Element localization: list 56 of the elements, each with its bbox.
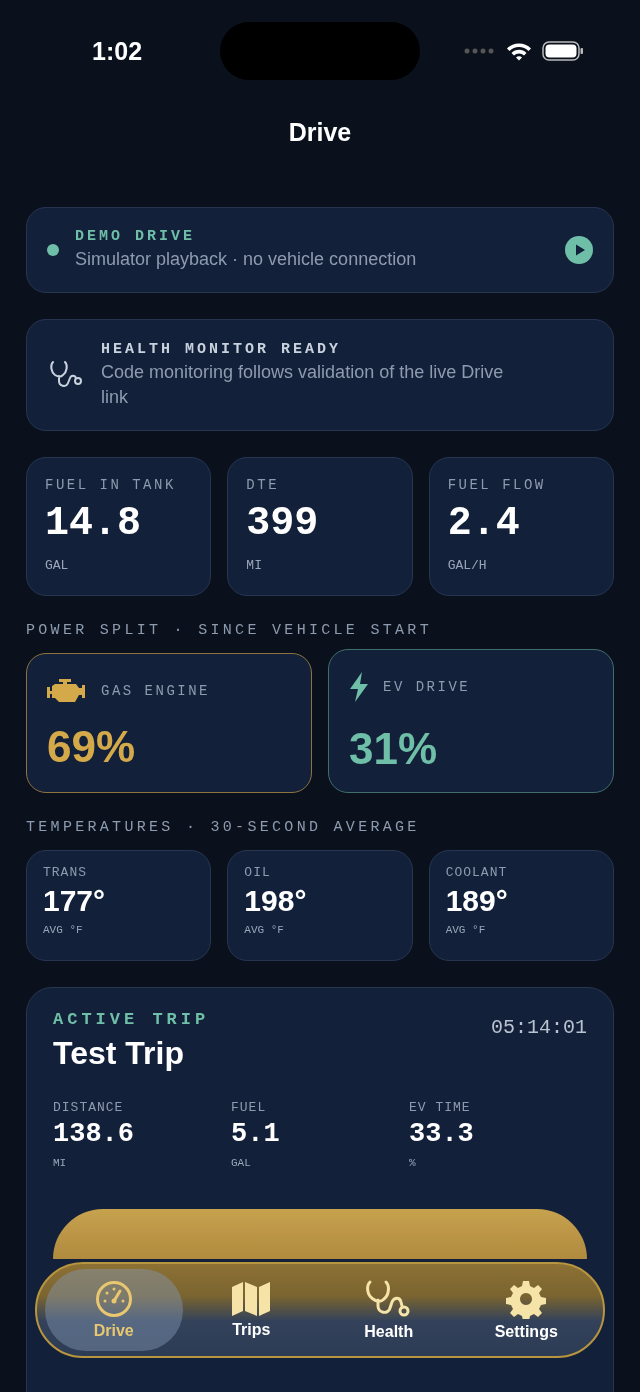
battery-icon bbox=[542, 41, 584, 61]
metric-value: 399 bbox=[246, 501, 320, 546]
page-title: Drive bbox=[287, 118, 353, 147]
temperature-label: OIL bbox=[244, 865, 272, 880]
engine-icon bbox=[47, 678, 87, 704]
stat-unit: MI bbox=[53, 1157, 68, 1169]
health-description: Code monitoring follows validation of the live Drive link bbox=[101, 360, 505, 409]
section-heading: POWER SPLIT · SINCE VEHICLE START bbox=[26, 622, 433, 639]
trip-label: ACTIVE TRIP bbox=[53, 1010, 210, 1029]
play-icon[interactable] bbox=[565, 236, 593, 264]
temperature-label: COOLANT bbox=[445, 865, 509, 880]
stat-value: 33.3 bbox=[409, 1119, 475, 1149]
tab-button[interactable]: Drive bbox=[45, 1269, 183, 1351]
power-label: EV DRIVE bbox=[383, 679, 471, 695]
power-percentage: 69% bbox=[47, 722, 137, 772]
signal-icon bbox=[464, 48, 496, 54]
metric-label: FUEL IN TANK bbox=[45, 477, 177, 493]
section-heading: TEMPERATURES · 30-SECOND AVERAGE bbox=[26, 819, 421, 836]
power-percentage: 31% bbox=[349, 724, 439, 774]
temperature-label: TRANS bbox=[43, 865, 88, 880]
metric-value: 2.4 bbox=[447, 501, 521, 546]
wifi-icon bbox=[506, 41, 532, 61]
metric-label: FUEL FLOW bbox=[447, 477, 547, 493]
temperature-unit: AVG °F bbox=[43, 924, 84, 936]
tab-button[interactable]: Settings bbox=[457, 1269, 595, 1351]
metric-unit: GAL bbox=[45, 558, 70, 573]
stat-value: 138.6 bbox=[53, 1119, 135, 1149]
power-label: GAS ENGINE bbox=[101, 683, 210, 699]
stat-unit: % bbox=[409, 1157, 417, 1169]
status-dot-icon bbox=[47, 244, 59, 256]
map-icon bbox=[231, 1281, 272, 1317]
tab-button[interactable]: Trips bbox=[182, 1269, 320, 1351]
stat-label: EV TIME bbox=[409, 1100, 472, 1115]
metric-value: 14.8 bbox=[45, 501, 142, 546]
demo-label: DEMO DRIVE bbox=[75, 228, 196, 245]
stat-label: FUEL bbox=[231, 1100, 268, 1115]
trip-timer: 05:14:01 bbox=[491, 1016, 587, 1039]
stat-label: DISTANCE bbox=[53, 1100, 125, 1115]
temperature-value: 198° bbox=[244, 884, 308, 918]
temperature-unit: AVG °F bbox=[445, 924, 487, 936]
stat-value: 5.1 bbox=[231, 1119, 281, 1149]
speedometer-icon bbox=[94, 1280, 133, 1318]
metric-unit: GAL/H bbox=[447, 558, 488, 573]
metric-unit: MI bbox=[246, 558, 263, 573]
demo-description: Simulator playback · no vehicle connection bbox=[75, 248, 418, 271]
stat-unit: GAL bbox=[231, 1157, 252, 1169]
trip-name: Test Trip bbox=[53, 1035, 185, 1072]
temperature-value: 177° bbox=[43, 884, 107, 918]
settings-icon bbox=[506, 1279, 547, 1319]
health-label: HEALTH MONITOR READY bbox=[101, 340, 343, 358]
temperature-unit: AVG °F bbox=[244, 924, 285, 936]
temperature-value: 189° bbox=[445, 884, 509, 918]
metric-label: DTE bbox=[246, 477, 281, 493]
tab-button[interactable]: Health bbox=[320, 1269, 458, 1351]
lightning-icon bbox=[349, 672, 369, 702]
status-time: 1:02 bbox=[92, 36, 143, 66]
